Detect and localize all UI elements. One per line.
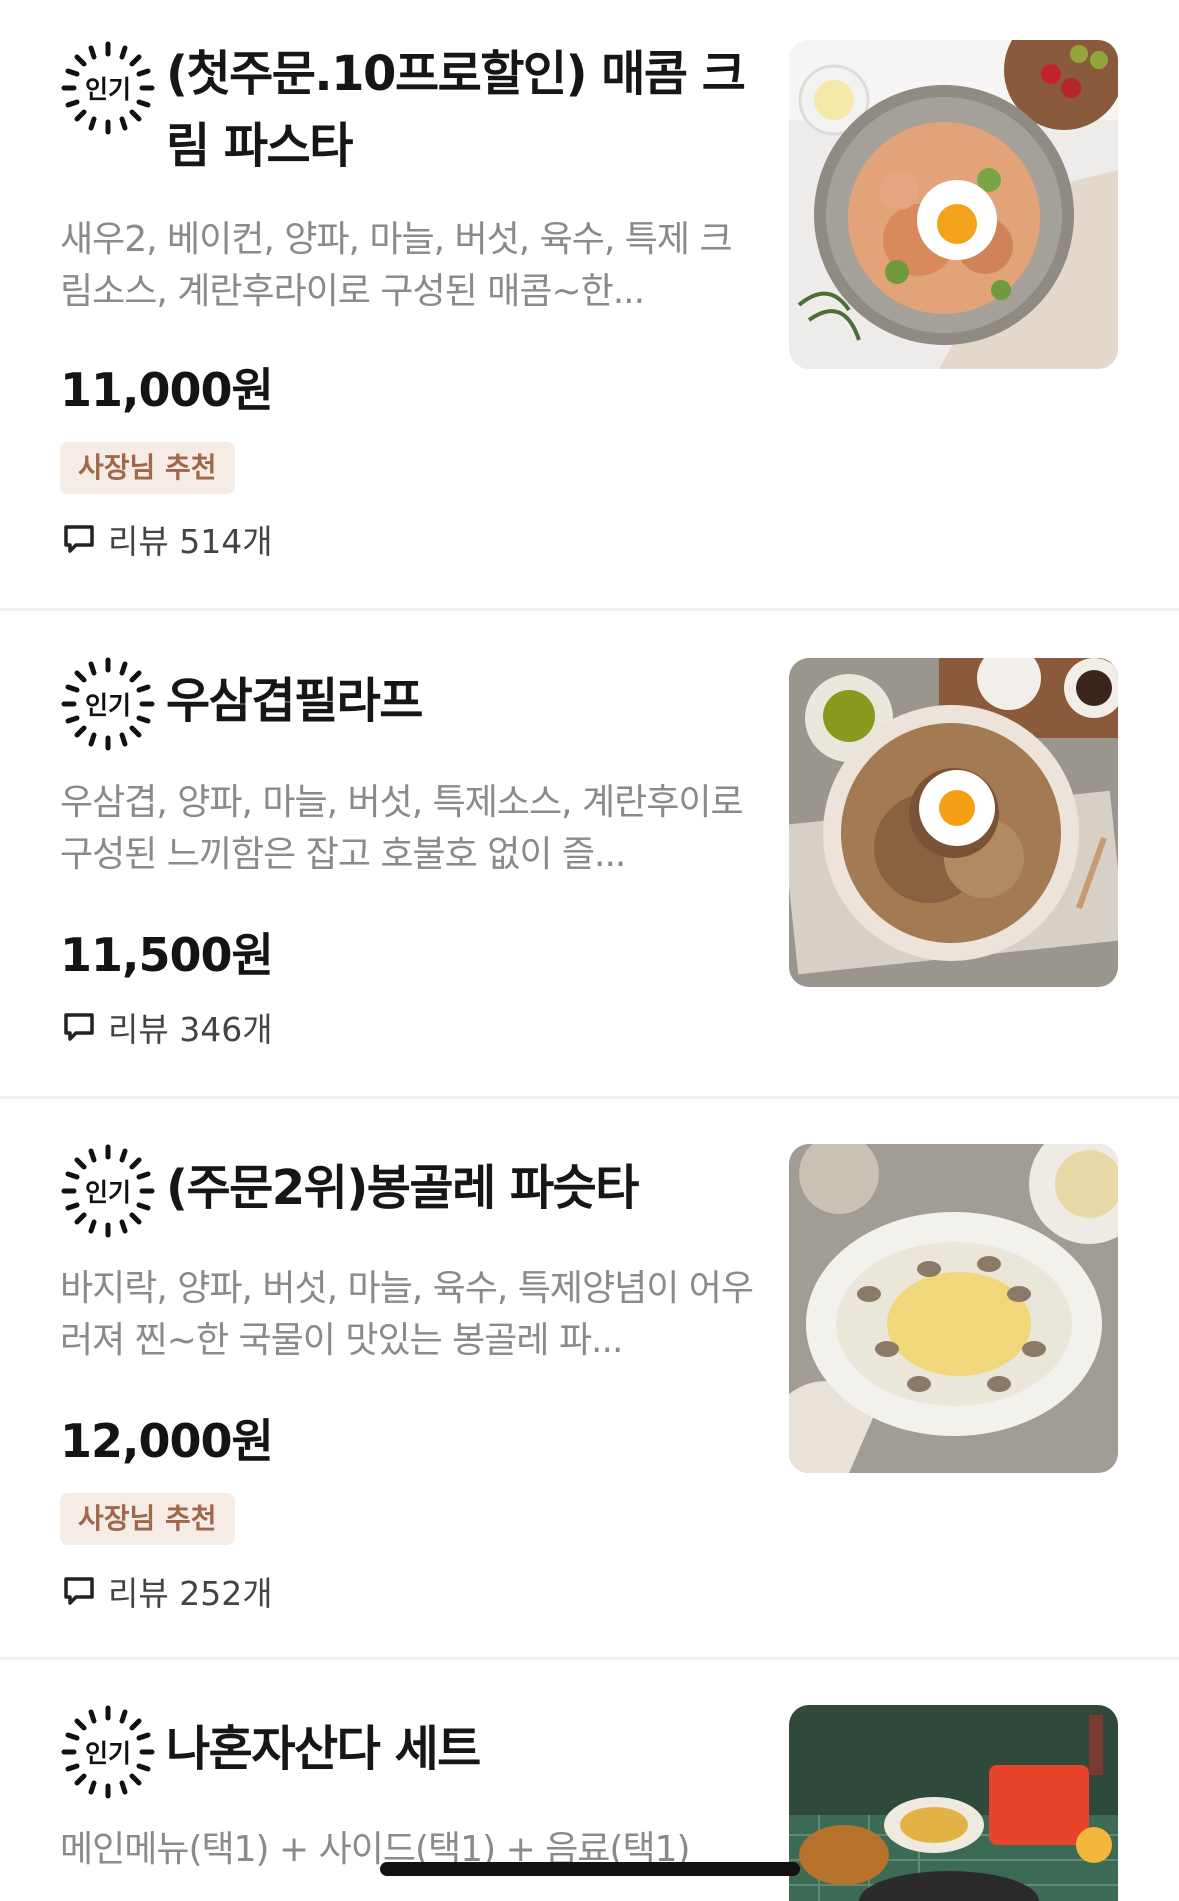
title-row: 인기 우삼겹필라프 [60,656,749,752]
item-description: 우삼겹, 양파, 마늘, 버섯, 특제소스, 계란후이로 구성된 느끼함은 잡고… [60,782,744,875]
item-price: 12,000원 [60,1414,274,1468]
food-image-solo-set [789,1705,1118,1901]
food-image-vongole [789,1144,1118,1473]
item-price: 11,000원 [60,363,274,417]
popular-badge-icon: 인기 [60,656,156,752]
title-row: 인기 (주문2위)봉골레 파슷타 [60,1143,749,1239]
recommend-tag: 사장님 추천 [60,442,235,494]
title-row: 인기 나혼자산다 세트 [60,1704,749,1800]
popular-badge-icon: 인기 [60,40,156,136]
badge-label: 인기 [84,75,131,104]
speech-bubble-icon [64,525,94,553]
item-title: 나혼자산다 세트 [166,1721,481,1777]
menu-item-vongole[interactable]: 인기 (주문2위)봉골레 파슷타 바지락, 양파, 버섯, 마늘, 육수, 특제… [0,1099,1179,1659]
title-row: 인기 (첫주문.10프로할인) 매콤 크림 파스타 [60,40,749,182]
food-image-pilaf [789,658,1118,987]
speech-bubble-icon [64,1013,94,1041]
badge-label: 인기 [84,691,131,720]
item-description: 새우2, 베이컨, 양파, 마늘, 버섯, 육수, 특제 크림소스, 계란후라이… [60,219,733,312]
food-image-cream-pasta [789,40,1118,369]
review-label: 리뷰 346개 [108,1010,273,1049]
recommend-tag: 사장님 추천 [60,1493,235,1545]
item-title: 우삼겹필라프 [166,673,423,729]
review-label: 리뷰 514개 [108,522,273,561]
popular-badge-icon: 인기 [60,1143,156,1239]
popular-badge-icon: 인기 [60,1704,156,1800]
speech-bubble-icon [64,1577,94,1605]
review-label: 리뷰 252개 [108,1574,273,1613]
badge-label: 인기 [84,1739,131,1768]
menu-item-pilaf[interactable]: 인기 우삼겹필라프 우삼겹, 양파, 마늘, 버섯, 특제소스, 계란후이로 구… [0,611,1179,1097]
item-price: 11,500원 [60,928,274,982]
review-count: 리뷰 514개 [62,515,273,563]
badge-label: 인기 [84,1178,131,1207]
review-count: 리뷰 252개 [62,1567,273,1615]
review-count: 리뷰 346개 [62,1003,273,1051]
menu-item-cream-pasta[interactable]: 인기 (첫주문.10프로할인) 매콤 크림 파스타 새우2, 베이컨, 양파, … [0,0,1179,610]
item-title: (첫주문.10프로할인) 매콤 크림 파스타 [166,46,746,174]
home-indicator [380,1862,800,1876]
item-title: (주문2위)봉골레 파슷타 [166,1160,639,1216]
item-description: 바지락, 양파, 버섯, 마늘, 육수, 특제양념이 어우러져 찐~한 국물이 … [60,1268,754,1361]
